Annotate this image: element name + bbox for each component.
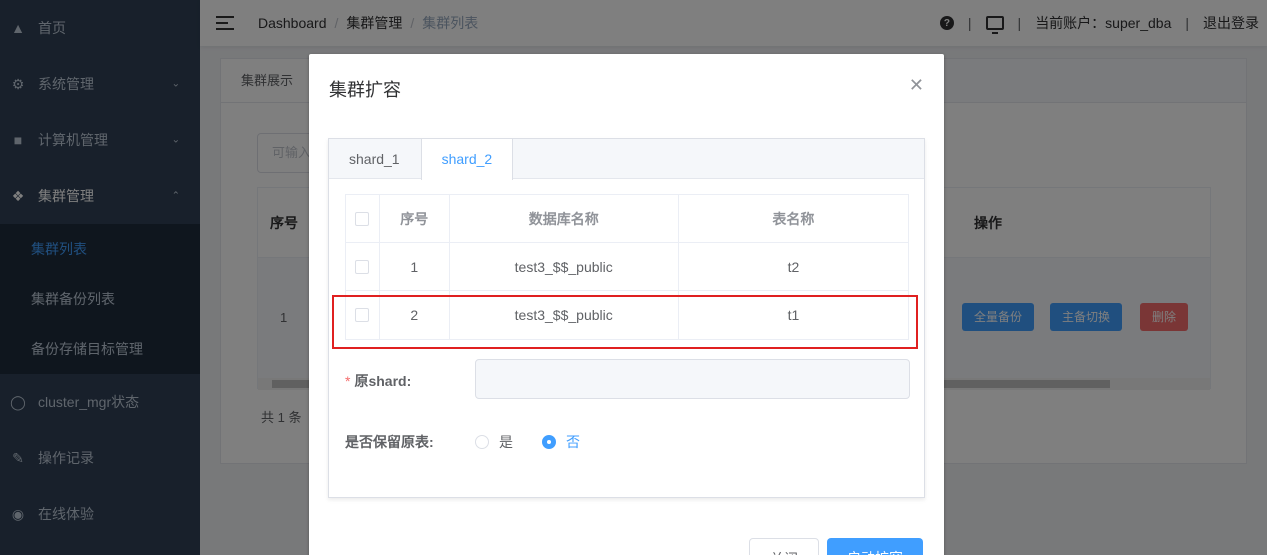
required-mark: *	[345, 373, 351, 389]
radio-keep-yes[interactable]: 是	[475, 432, 513, 452]
close-icon[interactable]: ✕	[909, 76, 924, 94]
tab-shard-2[interactable]: shard_2	[420, 139, 514, 180]
source-shard-label: * 原shard:	[345, 373, 412, 389]
radio-keep-no[interactable]: 否	[542, 432, 580, 452]
table-header: 序号 数据库名称 表名称	[346, 195, 908, 243]
source-shard-input[interactable]	[475, 359, 910, 399]
cell-table-name: t2	[787, 258, 800, 275]
select-all-checkbox[interactable]	[355, 211, 370, 226]
row-checkbox[interactable]	[355, 259, 370, 274]
col-table-name: 表名称	[772, 210, 815, 227]
start-expand-button[interactable]: 启动扩容	[827, 538, 923, 555]
cell-index: 1	[380, 243, 450, 290]
tab-shard-1[interactable]: shard_1	[329, 139, 421, 178]
cell-db-name: test3_$$_public	[450, 243, 679, 290]
radio-circle	[475, 435, 489, 449]
dialog-title: 集群扩容	[329, 80, 401, 100]
table-row[interactable]: 1 test3_$$_public t2	[346, 243, 908, 291]
radio-circle	[542, 435, 556, 449]
tabs-header: shard_1 shard_2	[329, 139, 924, 180]
col-index: 序号	[380, 195, 450, 242]
col-db-name: 数据库名称	[450, 195, 679, 242]
expand-cluster-dialog: 集群扩容 ✕ shard_1 shard_2 序号 数据库名称 表名称 1 te…	[309, 54, 944, 555]
highlight-box	[332, 295, 918, 349]
keep-table-label: 是否保留原表:	[345, 434, 434, 450]
close-button[interactable]: 关闭	[749, 538, 819, 555]
